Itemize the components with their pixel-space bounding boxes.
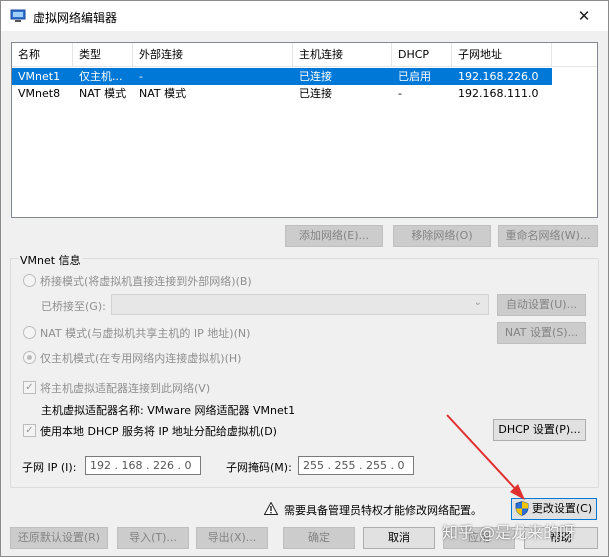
connect-adapter-checkbox[interactable]: ✓ [23, 381, 36, 394]
column-header-external[interactable]: 外部连接 [133, 43, 293, 67]
app-network-icon [10, 9, 26, 22]
restore-defaults-button[interactable]: 还原默认设置(R) [10, 527, 108, 549]
cell-subnet: 192.168.111.0 [458, 87, 539, 100]
bridged-to-label: 已桥接至(G): [41, 300, 106, 313]
adapter-name-label: 主机虚拟适配器名称: VMware 网络适配器 VMnet1 [41, 404, 296, 417]
network-list-table[interactable]: 名称 类型 外部连接 主机连接 DHCP 子网地址 VMnet1 仅主机... … [11, 42, 598, 218]
dhcp-settings-button[interactable]: DHCP 设置(P)... [493, 419, 586, 441]
title-bar: 虚拟网络编辑器 ✕ [1, 1, 608, 31]
export-button[interactable]: 导出(X)... [196, 527, 268, 549]
column-header-name[interactable]: 名称 [12, 43, 73, 67]
cell-external: - [139, 70, 143, 83]
help-button[interactable]: 帮助 [524, 527, 598, 549]
cell-name: VMnet8 [18, 87, 61, 100]
nat-settings-button[interactable]: NAT 设置(S)... [497, 322, 586, 344]
cell-type: 仅主机... [79, 70, 123, 83]
ok-button[interactable]: 确定 [283, 527, 355, 549]
subnet-mask-label: 子网掩码(M): [226, 461, 292, 474]
column-header-subnet[interactable]: 子网地址 [452, 43, 552, 67]
table-row[interactable]: VMnet1 仅主机... - 已连接 已启用 192.168.226.0 [12, 68, 552, 85]
close-icon: ✕ [577, 7, 591, 25]
cell-subnet: 192.168.226.0 [458, 70, 539, 83]
column-header-host[interactable]: 主机连接 [293, 43, 392, 67]
vmnet-info-group [10, 258, 599, 488]
cancel-button[interactable]: 取消 [363, 527, 435, 549]
admin-privilege-notice: 需要具备管理员特权才能修改网络配置。 [284, 504, 482, 517]
virtual-network-editor-window: 虚拟网络编辑器 ✕ 名称 类型 外部连接 主机连接 DHCP 子网地址 VMne… [0, 0, 609, 557]
host-only-mode-label: 仅主机模式(在专用网络内连接虚拟机)(H) [40, 352, 242, 365]
import-button[interactable]: 导入(T)... [117, 527, 189, 549]
remove-network-button[interactable]: 移除网络(O) [393, 225, 491, 247]
change-settings-label: 更改设置(C) [531, 502, 593, 515]
nat-mode-label: NAT 模式(与虚拟机共享主机的 IP 地址)(N) [40, 327, 251, 340]
table-header: 名称 类型 外部连接 主机连接 DHCP 子网地址 [12, 43, 597, 67]
auto-settings-button[interactable]: 自动设置(U)... [497, 294, 586, 316]
column-header-dhcp[interactable]: DHCP [392, 43, 452, 67]
use-dhcp-checkbox[interactable]: ✓ [23, 424, 36, 437]
dropdown-arrow-icon: ⌄ [473, 297, 482, 308]
uac-shield-icon [515, 501, 529, 516]
add-network-button[interactable]: 添加网络(E)... [285, 225, 383, 247]
bridged-to-select[interactable]: ⌄ [111, 294, 489, 315]
connect-adapter-label: 将主机虚拟适配器连接到此网络(V) [40, 382, 211, 395]
subnet-ip-label: 子网 IP (I): [22, 461, 77, 474]
column-header-type[interactable]: 类型 [73, 43, 133, 67]
cell-type: NAT 模式 [79, 87, 127, 100]
window-title: 虚拟网络编辑器 [33, 11, 118, 25]
apply-button[interactable]: 应用 [443, 527, 515, 549]
close-button[interactable]: ✕ [561, 1, 607, 31]
vmnet-info-title: VMnet 信息 [18, 252, 83, 268]
nat-mode-radio[interactable] [23, 326, 36, 339]
use-dhcp-label: 使用本地 DHCP 服务将 IP 地址分配给虚拟机(D) [40, 425, 277, 438]
cell-dhcp: 已启用 [398, 70, 431, 83]
cell-external: NAT 模式 [139, 87, 187, 100]
cell-host: 已连接 [299, 70, 332, 83]
rename-network-button[interactable]: 重命名网络(W)... [498, 225, 598, 247]
bridge-mode-label: 桥接模式(将虚拟机直接连接到外部网络)(B) [40, 275, 252, 288]
bridge-mode-radio[interactable] [23, 274, 36, 287]
warning-icon [264, 502, 278, 515]
subnet-mask-input[interactable]: 255 . 255 . 255 . 0 [298, 456, 414, 475]
cell-name: VMnet1 [18, 70, 61, 83]
cell-host: 已连接 [299, 87, 332, 100]
cell-dhcp: - [398, 87, 402, 100]
table-row[interactable]: VMnet8 NAT 模式 NAT 模式 已连接 - 192.168.111.0 [12, 85, 597, 102]
host-only-mode-radio[interactable] [23, 351, 36, 364]
subnet-ip-input[interactable]: 192 . 168 . 226 . 0 [85, 456, 201, 475]
